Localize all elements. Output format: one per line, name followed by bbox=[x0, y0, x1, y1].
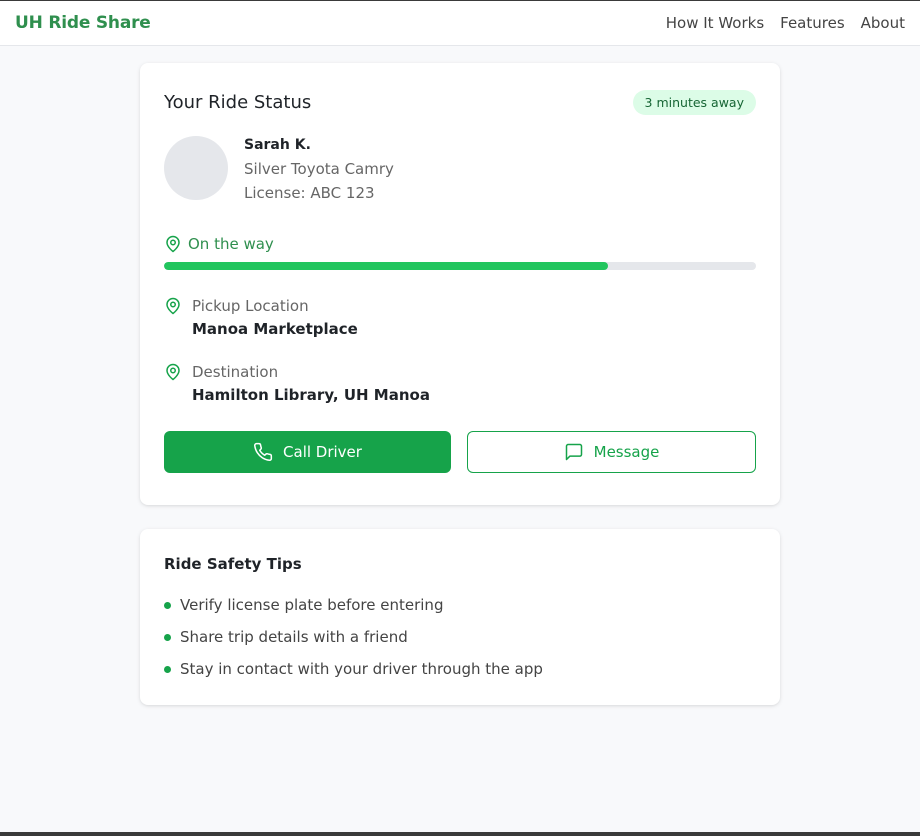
destination-label: Destination bbox=[192, 363, 279, 381]
bullet-dot bbox=[164, 633, 171, 641]
ride-status-title: Your Ride Status bbox=[164, 91, 312, 113]
progress-bar bbox=[164, 262, 756, 270]
driver-name: Sarah K. bbox=[244, 137, 311, 153]
brand-logo[interactable]: UH Ride Share bbox=[15, 13, 151, 33]
progress-status: On the way bbox=[164, 235, 756, 253]
bullet-dot bbox=[164, 601, 171, 609]
list-item: Stay in contact with your driver through… bbox=[164, 653, 756, 685]
safety-tips-list: Verify license plate before entering Sha… bbox=[164, 589, 756, 685]
ride-status-header: Your Ride Status 3 minutes away bbox=[164, 87, 756, 117]
message-label: Message bbox=[593, 443, 660, 461]
tip-text: Share trip details with a friend bbox=[180, 628, 408, 646]
safety-tips-card: Ride Safety Tips Verify license plate be… bbox=[140, 529, 780, 705]
list-item: Share trip details with a friend bbox=[164, 621, 756, 653]
tip-text: Stay in contact with your driver through… bbox=[180, 660, 543, 678]
chat-bubble-icon bbox=[565, 443, 582, 461]
safety-tips-title: Ride Safety Tips bbox=[164, 555, 302, 573]
phone-icon bbox=[254, 442, 273, 462]
pickup-label: Pickup Location bbox=[192, 297, 309, 315]
navbar: UH Ride Share How It Works Features Abou… bbox=[0, 1, 920, 46]
pickup-location: Pickup Location Manoa Marketplace bbox=[164, 295, 756, 341]
call-driver-button[interactable]: Call Driver bbox=[164, 431, 451, 473]
nav-link-features[interactable]: Features bbox=[780, 14, 845, 32]
call-driver-label: Call Driver bbox=[283, 443, 362, 461]
nav-link-about[interactable]: About bbox=[861, 14, 905, 32]
eta-badge: 3 minutes away bbox=[632, 89, 756, 115]
destination-value: Hamilton Library, UH Manoa bbox=[192, 386, 430, 404]
driver-details: Sarah K. Silver Toyota Camry License: AB… bbox=[244, 133, 394, 205]
progress-bar-fill bbox=[164, 262, 608, 270]
ride-actions: Call Driver Message bbox=[164, 431, 756, 473]
list-item: Verify license plate before entering bbox=[164, 589, 756, 621]
tip-text: Verify license plate before entering bbox=[180, 596, 444, 614]
pickup-value: Manoa Marketplace bbox=[192, 320, 358, 338]
map-pin-icon bbox=[166, 235, 180, 253]
nav-links: How It Works Features About bbox=[666, 14, 905, 32]
nav-link-how-it-works[interactable]: How It Works bbox=[666, 14, 764, 32]
progress-label: On the way bbox=[188, 235, 274, 253]
driver-vehicle: Silver Toyota Camry bbox=[244, 160, 394, 178]
driver-avatar bbox=[164, 136, 228, 200]
bullet-dot bbox=[164, 665, 171, 673]
driver-license: License: ABC 123 bbox=[244, 184, 375, 202]
driver-info: Sarah K. Silver Toyota Camry License: AB… bbox=[164, 133, 756, 205]
destination-location: Destination Hamilton Library, UH Manoa bbox=[164, 361, 756, 407]
message-button[interactable]: Message bbox=[467, 431, 756, 473]
map-pin-icon bbox=[166, 363, 180, 381]
ride-status-card: Your Ride Status 3 minutes away Sarah K.… bbox=[140, 63, 780, 505]
map-pin-icon bbox=[166, 297, 180, 315]
